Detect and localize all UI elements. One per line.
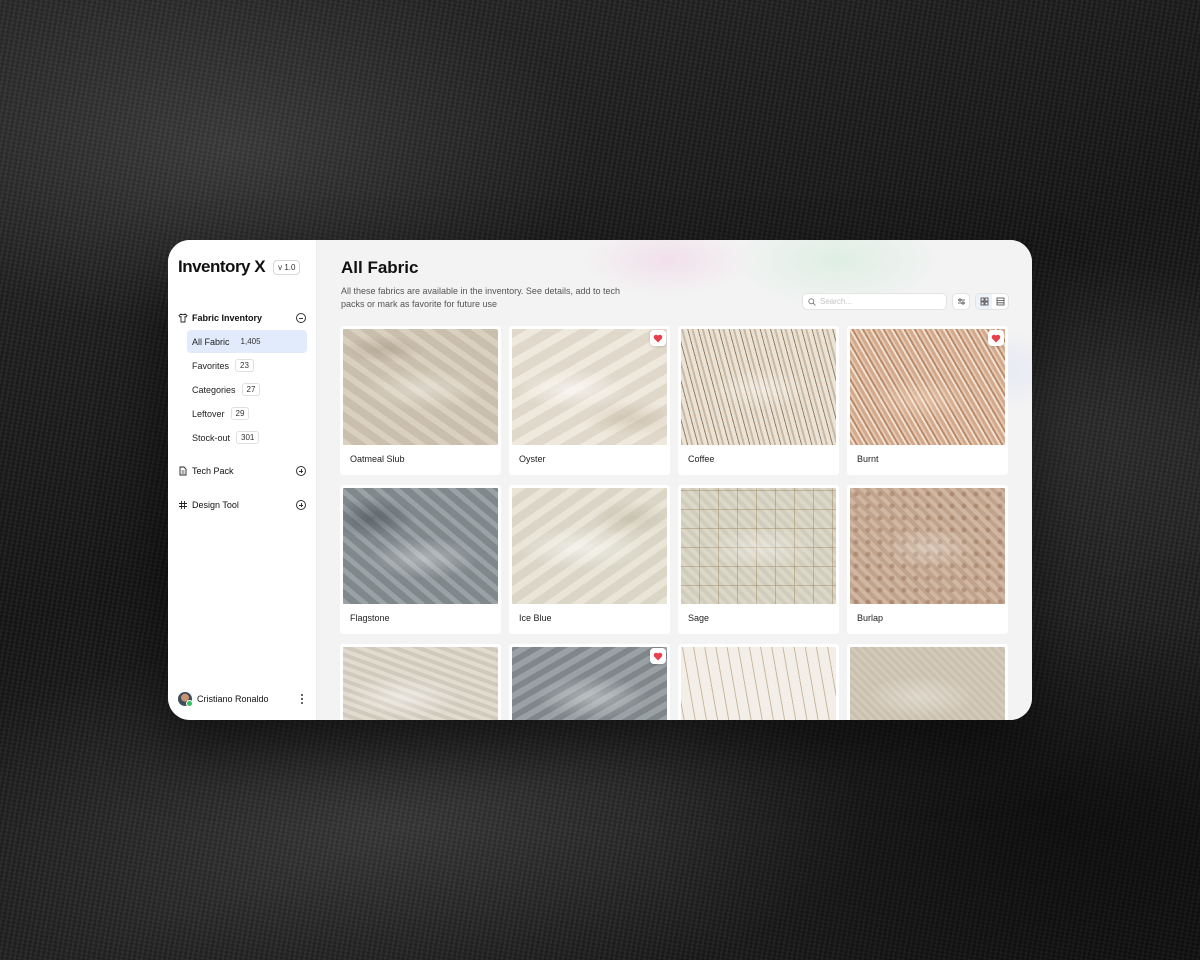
grid-icon [980,297,988,306]
count-badge: 301 [236,431,260,444]
heart-icon[interactable] [988,330,1004,346]
sidebar-item-categories[interactable]: Categories 27 [187,378,307,401]
heart-icon[interactable] [650,648,666,664]
sidebar: Inventory X v 1.0 Fabric Inventory All F… [168,240,317,720]
nav-section-fabric-inventory[interactable]: Fabric Inventory [178,310,306,326]
app-window: Inventory X v 1.0 Fabric Inventory All F… [168,240,1032,720]
search-box[interactable] [802,293,947,310]
collapse-icon[interactable] [296,313,306,323]
fabric-name: Coffee [688,454,715,464]
avatar [178,692,193,707]
nav-section-tech-pack[interactable]: Tech Pack [178,463,306,479]
heart-icon[interactable] [650,330,666,346]
sidebar-item-label: Categories [192,384,236,395]
fabric-card[interactable]: Flagstone [340,485,501,634]
grid-view-button[interactable] [976,294,992,309]
sidebar-item-all-fabric[interactable]: All Fabric 1,405 [187,330,307,353]
list-view-button[interactable] [992,294,1008,309]
nav-section-label: Design Tool [192,500,239,510]
fabric-name: Burnt [857,454,879,464]
document-icon [178,466,188,476]
user-profile[interactable]: Cristiano Ronaldo [178,691,306,707]
brand: Inventory X v 1.0 [178,257,301,277]
fabric-name: Ice Blue [519,613,552,623]
sidebar-item-label: Stock-out [192,432,231,443]
fabric-name: Oatmeal Slub [350,454,405,464]
fabric-image [681,647,836,720]
fabric-card[interactable] [340,644,501,720]
view-mode-toggle [975,293,1009,310]
count-badge: 27 [241,383,261,396]
app-title: Inventory X [178,257,266,276]
fabric-card[interactable]: Oatmeal Slub [340,326,501,475]
count-badge: 23 [235,359,254,372]
fabric-card[interactable]: Burnt [847,326,1008,475]
nav-section-label: Fabric Inventory [192,313,263,323]
fabric-image [343,647,498,720]
shirt-icon [178,313,188,323]
fabric-name: Sage [688,613,710,623]
nav-section-design-tool[interactable]: Design Tool [178,497,306,513]
search-icon [808,293,816,311]
fabric-card[interactable] [847,644,1008,720]
sidebar-item-favorites[interactable]: Favorites 23 [187,354,307,377]
fabric-image [681,488,836,604]
fabric-image [343,329,498,445]
fabric-image [512,329,667,445]
count-badge: 29 [230,407,250,420]
fabric-card[interactable]: Burlap [847,485,1008,634]
toolbar [802,293,1009,310]
fabric-card[interactable]: Ice Blue [509,485,670,634]
search-input[interactable] [820,297,940,306]
fabric-card[interactable]: Coffee [678,326,839,475]
fabric-card[interactable] [678,644,839,720]
fabric-image [681,329,836,445]
fabric-card[interactable]: Oyster [509,326,670,475]
page-description: All these fabrics are available in the i… [341,286,620,309]
nav-section-label: Tech Pack [192,466,234,476]
main-content: All Fabric All these fabrics are availab… [317,240,1032,720]
sidebar-item-stock-out[interactable]: Stock-out 301 [187,426,307,449]
version-badge: v 1.0 [273,259,301,275]
sidebar-item-label: Leftover [192,408,225,419]
fabric-name: Burlap [857,613,884,623]
fabric-name: Flagstone [350,613,390,623]
user-name: Cristiano Ronaldo [197,694,269,704]
fabric-name: Oyster [519,454,546,464]
fabric-image [850,488,1005,604]
expand-icon[interactable] [296,466,306,476]
fabric-image [343,488,498,604]
sidebar-item-label: All Fabric [192,336,230,347]
fabric-card[interactable] [509,644,670,720]
page-title: All Fabric [341,258,419,277]
sliders-icon [957,293,966,311]
fabric-subnav: All Fabric 1,405 Favorites 23 Categories… [187,330,307,450]
fabric-image [512,488,667,604]
hash-grid-icon [178,500,188,510]
fabric-grid: Oatmeal Slub Oyster Coffee Burnt Flagsto… [340,326,1008,720]
list-icon [996,297,1004,306]
sidebar-item-label: Favorites [192,360,230,371]
sidebar-item-leftover[interactable]: Leftover 29 [187,402,307,425]
fabric-image [850,329,1005,445]
more-options-icon[interactable] [298,694,306,704]
count-badge: 1,405 [240,337,261,346]
fabric-image [512,647,667,720]
expand-icon[interactable] [296,500,306,510]
fabric-card[interactable]: Sage [678,485,839,634]
fabric-image [850,647,1005,720]
filter-button[interactable] [952,293,970,310]
